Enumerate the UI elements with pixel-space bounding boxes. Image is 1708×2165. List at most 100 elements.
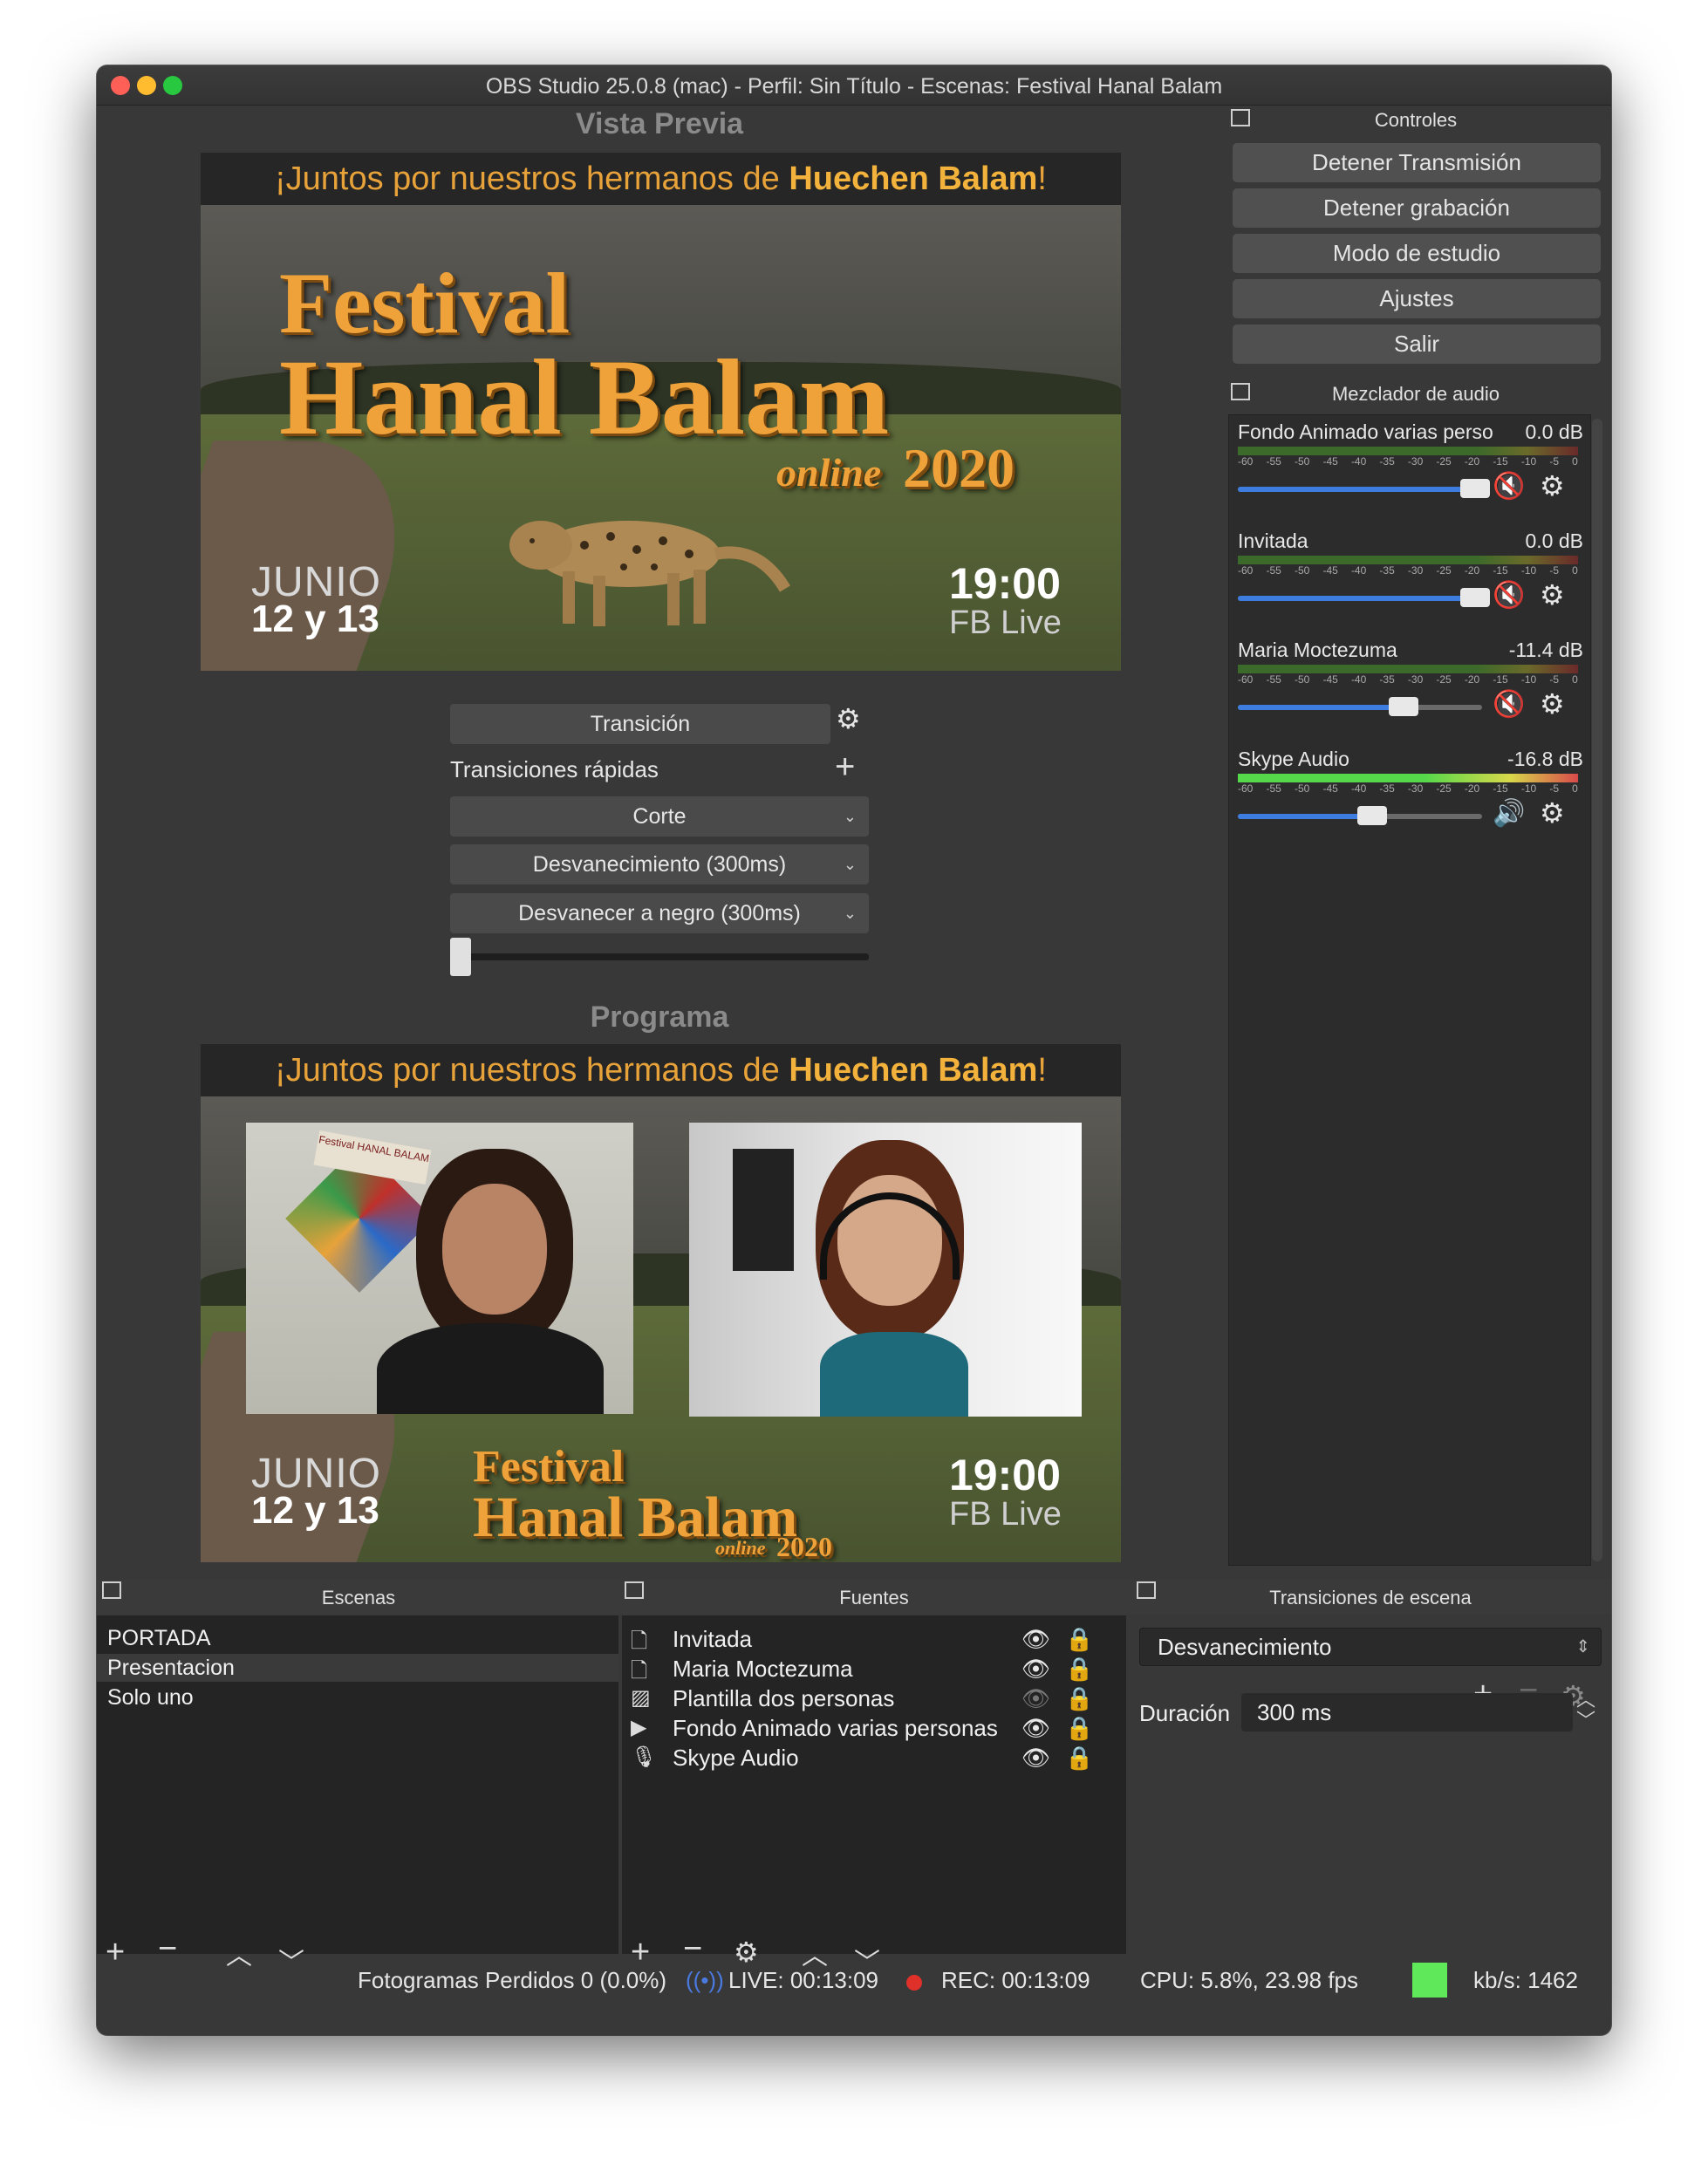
program-title: Programa [590,1001,729,1034]
eye-icon[interactable]: 👁 [1021,1715,1050,1742]
add-scene-plus-icon[interactable]: + [106,1934,125,1971]
wall-art-shape [733,1149,794,1271]
preview-time: 19:00 [949,559,1061,608]
source-item[interactable]: 🗋 Maria Moctezuma 👁 🔒 [622,1656,1126,1684]
meter-tick-label: 0 [1572,782,1578,795]
play-icon: ▶ [631,1716,647,1739]
volume-slider[interactable] [1238,697,1482,716]
meter-tick-label: -30 [1407,455,1424,468]
stop-recording-button[interactable]: Detener grabación [1233,188,1601,228]
source-item[interactable]: 🗋 Invitada 👁 🔒 [622,1626,1126,1654]
duration-stepper[interactable]: ︿ ﹀ [1576,1690,1595,1731]
rec-dot-icon [906,1975,922,1991]
volume-slider[interactable] [1238,806,1482,825]
add-source-plus-icon[interactable]: + [631,1934,650,1971]
volume-slider-handle[interactable] [1357,806,1387,825]
chevron-down-icon: ⌄ [843,856,857,873]
meter-tick-label: -35 [1379,564,1395,577]
meter-tick-label: -30 [1407,564,1424,577]
meter-tick-label: -25 [1436,455,1452,468]
level-meter [1238,774,1578,782]
preview-canvas[interactable]: ¡Juntos por nuestros hermanos de Huechen… [201,153,1121,671]
preview-year-text: 2020 [903,437,1015,499]
tbar-handle[interactable] [450,938,471,976]
meter-ticks: -60 -55 -50 -45 -40 -35 -30 -25 -20 -15 -10 -5 0 [1238,455,1578,468]
exit-button[interactable]: Salir [1233,324,1601,364]
volume-slider-handle[interactable] [1459,479,1490,498]
eye-hidden-icon[interactable]: 👁 [1021,1685,1050,1712]
source-properties-gear-icon[interactable]: ⚙ [734,1936,759,1969]
source-item[interactable]: 🎙 Skype Audio 👁 🔒 [622,1745,1126,1772]
lock-icon[interactable]: 🔒 [1065,1626,1093,1653]
channel-settings-gear-icon[interactable]: ⚙ [1540,687,1565,721]
meter-tick-label: -60 [1238,564,1254,577]
settings-button[interactable]: Ajustes [1233,279,1601,318]
transition-settings-gear-icon[interactable]: ⚙ [836,702,861,735]
sources-list: 🗋 Invitada 👁 🔒 🗋 Maria Moctezuma 👁 🔒 ▨ Plantilla … [622,1615,1126,1954]
meter-tick-label: -35 [1379,782,1395,795]
volume-slider[interactable] [1238,479,1490,498]
remove-scene-minus-icon[interactable]: − [158,1930,177,1968]
volume-slider[interactable] [1238,588,1490,607]
program-fb-live: FB Live [949,1496,1062,1533]
source-item[interactable]: ▨ Plantilla dos personas 👁 🔒 [622,1685,1126,1713]
tbar-track[interactable] [450,938,869,976]
meter-tick-label: -15 [1493,782,1508,795]
updown-chevron-icon: ⇕ [1575,1637,1590,1656]
scene-item[interactable]: Solo uno [97,1684,618,1711]
scene-item[interactable]: PORTADA [97,1624,618,1652]
channel-settings-gear-icon[interactable]: ⚙ [1540,796,1565,830]
muted-speaker-icon[interactable]: 🔇 [1493,471,1525,502]
meter-tick-label: -45 [1322,673,1338,686]
channel-db: 0.0 dB [1525,529,1584,552]
chevron-down-icon: ⌄ [843,808,857,825]
image-icon: ▨ [631,1686,651,1710]
program-banner: ¡Juntos por nuestros hermanos de Huechen… [201,1044,1121,1096]
fade-transition-button[interactable]: Desvanecimiento (300ms) ⌄ [450,844,869,884]
meter-tick-label: -45 [1322,455,1338,468]
speaker-icon[interactable]: 🔊 [1493,798,1525,829]
lock-icon[interactable]: 🔒 [1065,1685,1093,1712]
eye-icon[interactable]: 👁 [1021,1745,1050,1772]
volume-slider-handle[interactable] [1389,697,1419,716]
muted-speaker-icon[interactable]: 🔇 [1493,580,1525,611]
preview-online-text: online [776,450,882,495]
eye-icon[interactable]: 👁 [1021,1626,1050,1653]
meter-tick-label: -40 [1350,455,1367,468]
lock-icon[interactable]: 🔒 [1065,1715,1093,1742]
remove-source-minus-icon[interactable]: − [683,1930,702,1968]
rec-time: REC: 00:13:09 [941,1967,1090,1993]
mixer-channel: Maria Moctezuma -11.4 dB -60 -55 -50 -45 -40 -3… [1229,633,1592,738]
program-time: 19:00 [949,1451,1061,1499]
add-quick-transition-plus-icon[interactable]: + [835,748,855,787]
meter-tick-label: -10 [1520,455,1537,468]
studio-mode-button[interactable]: Modo de estudio [1233,234,1601,273]
meter-ticks: -60 -55 -50 -45 -40 -35 -30 -25 -20 -15 -10 -5 0 [1238,564,1578,577]
eye-icon[interactable]: 👁 [1021,1656,1050,1683]
mixer-scrollbar[interactable] [1592,419,1602,1561]
meter-tick-label: -60 [1238,455,1254,468]
live-time: LIVE: 00:13:09 [728,1967,879,1993]
source-label: Fondo Animado varias personas [673,1715,998,1741]
move-scene-up-icon[interactable]: ︿ [226,1934,252,1972]
lock-icon[interactable]: 🔒 [1065,1745,1093,1772]
meter-tick-label: -25 [1436,673,1452,686]
channel-name: Invitada [1238,529,1308,552]
fade-to-black-button[interactable]: Desvanecer a negro (300ms) ⌄ [450,893,869,933]
mixer-channel: Invitada 0.0 dB -60 -55 -50 -45 -40 -35 -30 -25 -2… [1229,524,1592,629]
transition-select[interactable]: Desvanecimiento ⇕ [1139,1628,1602,1666]
scene-item[interactable]: Presentacion [97,1654,618,1682]
duration-input[interactable]: 300 ms [1241,1693,1573,1731]
transition-button[interactable]: Transición [450,704,830,744]
unlock-icon[interactable]: 🔒 [1065,1656,1093,1683]
source-item[interactable]: ▶ Fondo Animado varias personas 👁 🔒 [622,1715,1126,1743]
volume-slider-handle[interactable] [1459,588,1490,607]
stop-streaming-button[interactable]: Detener Transmisión [1233,143,1601,182]
move-scene-down-icon[interactable]: ﹀ [278,1941,304,1979]
meter-ticks: -60 -55 -50 -45 -40 -35 -30 -25 -20 -15 -10 -5 0 [1238,673,1578,686]
channel-settings-gear-icon[interactable]: ⚙ [1540,469,1565,502]
meter-tick-label: -45 [1322,564,1338,577]
muted-speaker-icon[interactable]: 🔇 [1493,689,1525,720]
channel-settings-gear-icon[interactable]: ⚙ [1540,578,1565,611]
cut-transition-button[interactable]: Corte ⌄ [450,796,869,837]
